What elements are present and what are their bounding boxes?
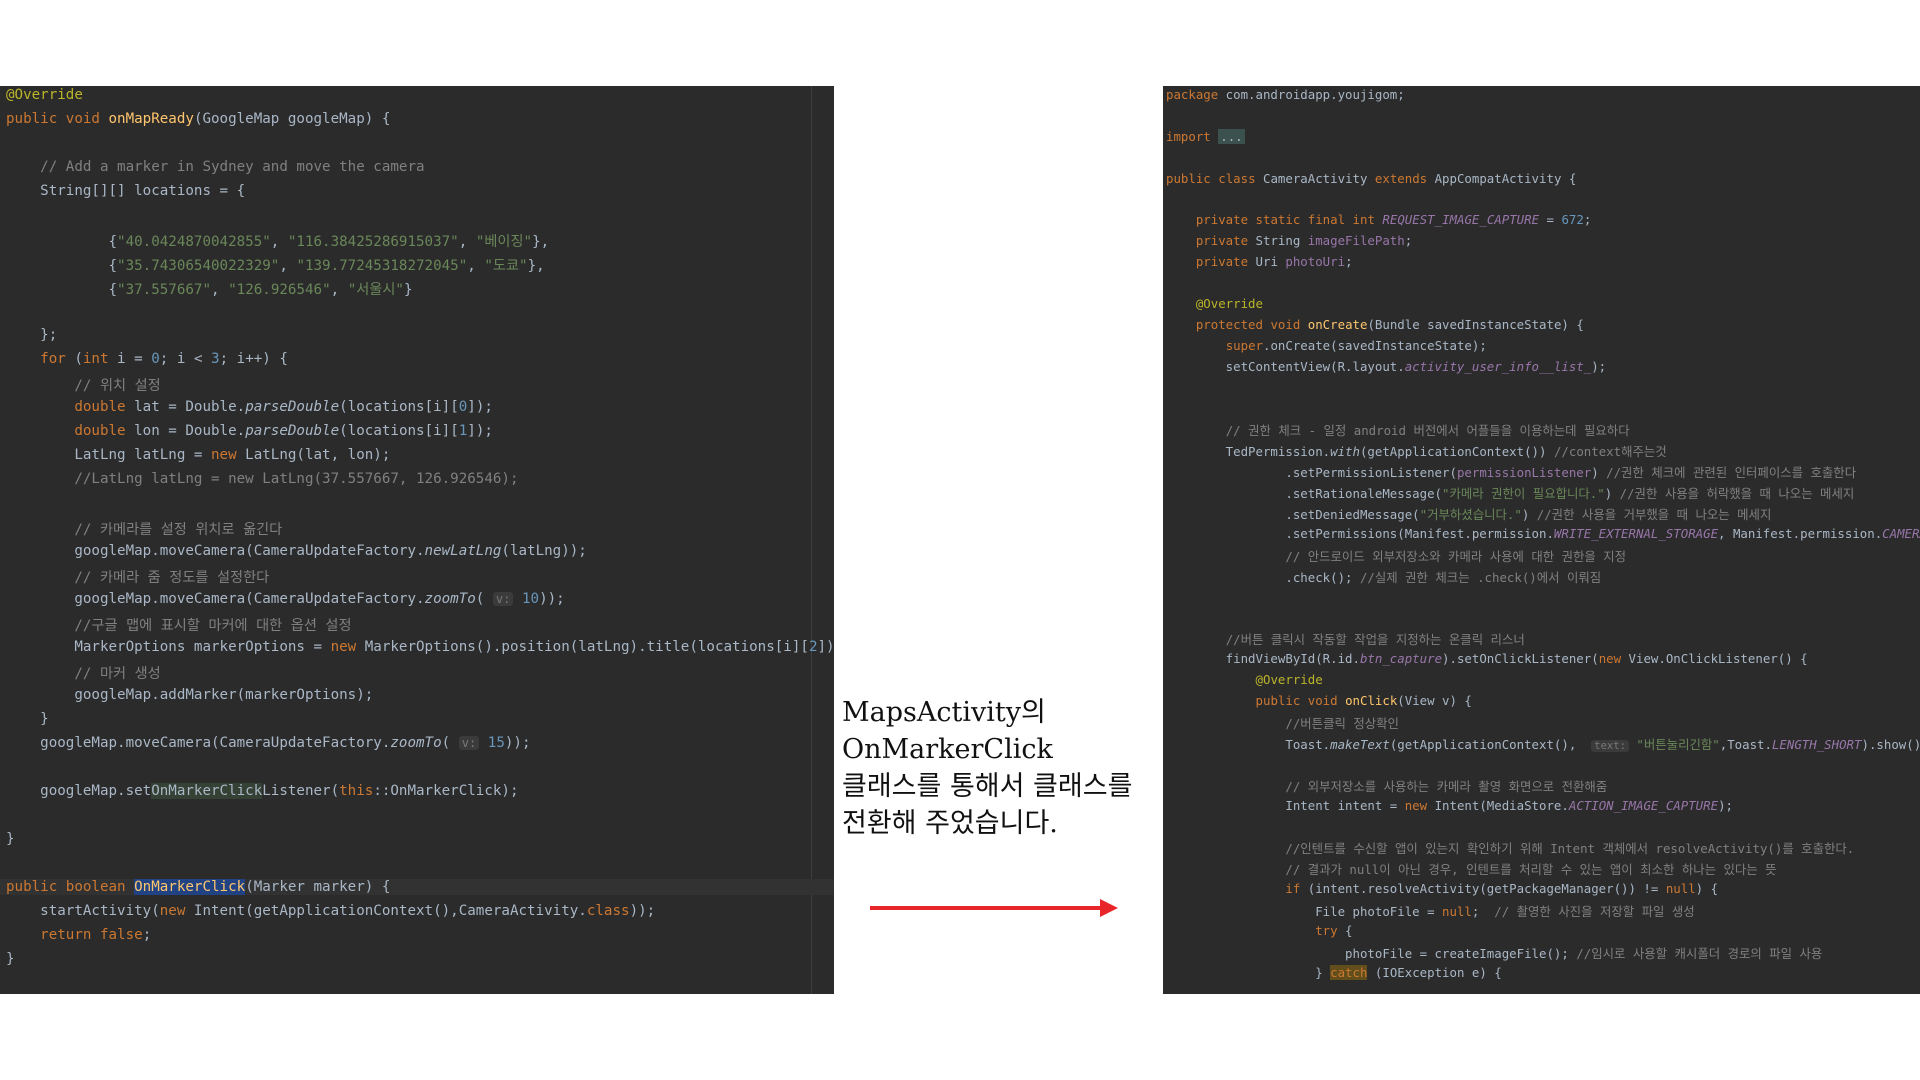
right-margin-guide: [811, 86, 812, 994]
right-code-line: .setPermissionListener(permissionListene…: [1166, 465, 1857, 481]
right-code-line: Toast.makeText(getApplicationContext(), …: [1166, 736, 1920, 752]
left-code-editor[interactable]: @Override public void onMapReady(GoogleMa…: [0, 86, 834, 994]
left-code-line: //LatLng latLng = new LatLng(37.557667, …: [74, 471, 519, 487]
right-arrow-icon: [870, 899, 1118, 917]
left-code-line: };: [6, 327, 58, 343]
right-code-line: try {: [1315, 923, 1353, 938]
right-code-line: // 권한 체크 - 일정 android 버전에서 어플들을 이용하는데 필요…: [1225, 423, 1630, 439]
right-code-line: @Override: [1195, 296, 1263, 311]
left-code-line: double lon = Double.parseDouble(location…: [74, 423, 493, 439]
left-code-line: }: [6, 951, 15, 967]
left-code-line: // 카메라 줌 정도를 설정한다: [74, 570, 270, 586]
left-code-line: public boolean OnMarkerClick(Marker mark…: [0, 879, 834, 895]
right-code-editor[interactable]: package com.androidapp.youjigom; import .…: [1163, 86, 1920, 994]
right-code-line: private Uri photoUri;: [1195, 254, 1353, 270]
right-code-line: super.onCreate(savedInstanceState);: [1225, 337, 1487, 353]
right-code-line: // 결과가 null이 아닌 경우, 인텐트를 처리할 수 있는 앱이 최소한…: [1285, 862, 1777, 878]
right-code-line: public void onClick(View v) {: [1255, 693, 1472, 709]
right-code-line: // 안드로이드 외부저장소와 카메라 사용에 대한 권한을 지정: [1285, 548, 1627, 564]
right-code-line: //버튼 클릭시 작동할 작업을 지정하는 온클릭 리스너: [1225, 632, 1525, 648]
right-code-line: findViewById(R.id.btn_capture).setOnClic…: [1166, 651, 1808, 667]
left-code-line: return false;: [40, 927, 152, 943]
right-code-line: protected void onCreate(Bundle savedInst…: [1195, 316, 1584, 332]
left-code-line: {"35.74306540022329", "139.7724531827204…: [6, 258, 545, 274]
right-code-line: //인텐트를 수신할 앱이 있는지 확인하기 위해 Intent 객체에서 re…: [1285, 841, 1855, 857]
right-code-line: Intent intent = new Intent(MediaStore.AC…: [1166, 797, 1733, 813]
right-code-line: TedPermission.with(getApplicationContext…: [1166, 444, 1667, 460]
left-code-line: LatLng latLng = new LatLng(lat, lon);: [6, 447, 391, 463]
right-code-line: import ...: [1166, 128, 1245, 144]
left-code-line: googleMap.setOnMarkerClickListener(this:…: [6, 783, 519, 799]
right-code-line: private static final int REQUEST_IMAGE_C…: [1195, 212, 1592, 228]
right-code-line: .setPermissions(Manifest.permission.WRIT…: [1166, 525, 1920, 541]
right-code-line: .setDeniedMessage("거부하셨습니다.") //권한 사용을 거…: [1166, 507, 1772, 522]
right-code-line: // 외부저장소를 사용하는 카메라 촬영 화면으로 전환해줌: [1285, 778, 1608, 794]
right-code-line: public class CameraActivity extends AppC…: [1166, 170, 1577, 186]
right-code-line: @Override: [1255, 672, 1323, 688]
left-code-line: @Override: [6, 87, 83, 103]
caption-text: MapsActivity의 OnMarkerClick 클래스를 통해서 클래스…: [842, 697, 1141, 839]
left-code-line: String[][] locations = {: [6, 183, 246, 199]
left-code-line: // Add a marker in Sydney and move the c…: [40, 159, 425, 175]
left-code-line: // 위치 설정: [74, 378, 161, 394]
left-code-line: googleMap.addMarker(markerOptions);: [6, 687, 374, 703]
right-code-line: //버튼클릭 정상확인: [1285, 716, 1399, 731]
left-code-line: }: [6, 711, 49, 727]
right-code-line: package com.androidapp.youjigom;: [1166, 87, 1405, 102]
left-code-line: startActivity(new Intent(getApplicationC…: [6, 903, 656, 919]
right-code-line: if (intent.resolveActivity(getPackageMan…: [1285, 881, 1719, 897]
left-code-line: googleMap.moveCamera(CameraUpdateFactory…: [6, 543, 587, 559]
right-code-line: .setRationaleMessage("카메라 권한이 필요합니다.") /…: [1166, 486, 1855, 502]
left-code-line: {"37.557667", "126.926546", "서울시"}: [6, 282, 413, 298]
left-code-line: public void onMapReady(GoogleMap googleM…: [6, 111, 391, 127]
right-code-line: File photoFile = null; // 촬영한 사진을 저장할 파일…: [1166, 904, 1695, 920]
left-code-line: }: [6, 831, 15, 847]
left-code-line: //구글 맵에 표시할 마커에 대한 옵션 설정: [74, 618, 352, 634]
left-code-line: double lat = Double.parseDouble(location…: [74, 399, 493, 415]
right-code-line: private String imageFilePath;: [1195, 233, 1413, 249]
left-code-line: for (int i = 0; i < 3; i++) {: [40, 351, 288, 367]
left-code-line: {"40.0424870042855", "116.38425286915037…: [6, 234, 550, 250]
right-code-line: photoFile = createImageFile(); //임시로 사용할…: [1166, 945, 1823, 961]
right-code-line: .check(); //실제 권한 체크는 .check()에서 이뤄짐: [1166, 569, 1602, 585]
right-code-line: setContentView(R.layout.activity_user_in…: [1166, 358, 1607, 374]
left-code-line: googleMap.moveCamera(CameraUpdateFactory…: [6, 735, 531, 751]
right-code-line: } catch (IOException e) {: [1166, 964, 1502, 980]
left-code-line: // 카메라를 설정 위치로 옮긴다: [74, 522, 283, 538]
left-code-line: googleMap.moveCamera(CameraUpdateFactory…: [6, 591, 565, 607]
left-code-line: // 마커 생성: [74, 666, 161, 682]
left-code-line: MarkerOptions markerOptions = new Marker…: [6, 639, 834, 655]
